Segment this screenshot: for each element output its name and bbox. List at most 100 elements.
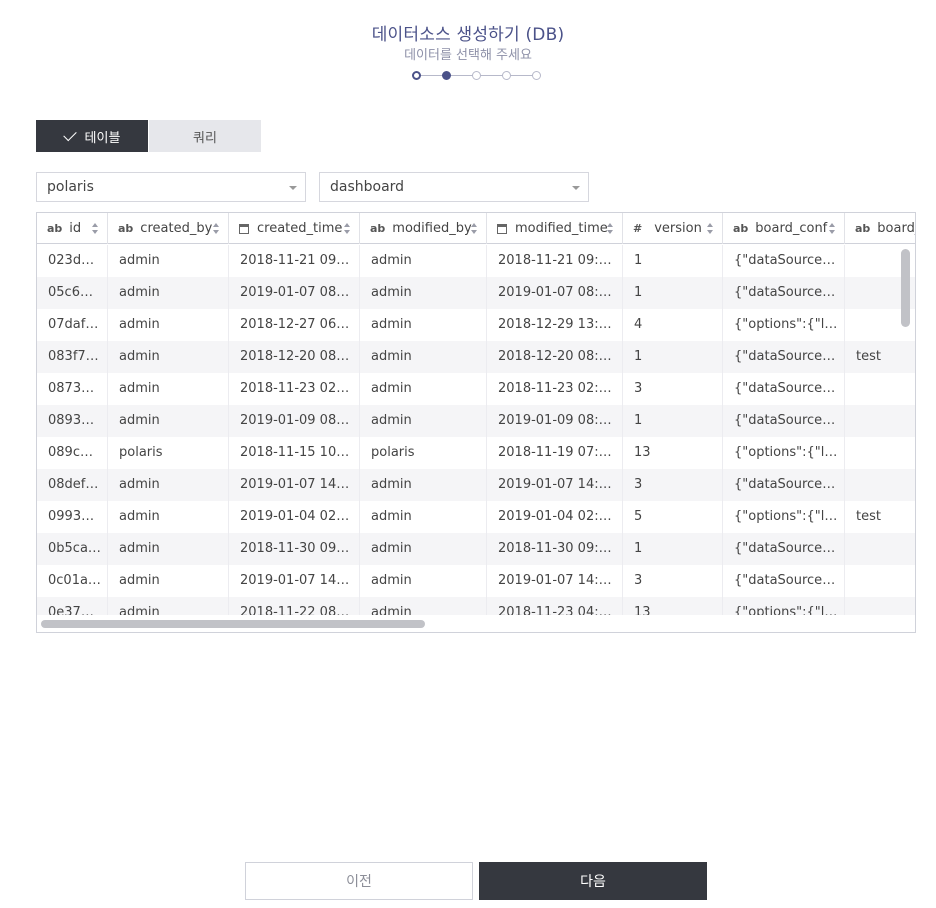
cell-modified-by: admin (360, 309, 487, 341)
step-1-dot (412, 71, 421, 80)
cell-board-d (845, 373, 915, 405)
table-select[interactable]: dashboard (319, 172, 589, 202)
column-header-version[interactable]: # version (623, 213, 723, 244)
cell-modified-by: admin (360, 341, 487, 373)
column-header-board-conf[interactable]: ab board_conf (723, 213, 845, 244)
cell-board-conf: {"dataSource":{… (723, 533, 845, 565)
sort-icon[interactable] (607, 223, 614, 234)
column-header-modified-by[interactable]: ab modified_by (360, 213, 487, 244)
sort-icon[interactable] (707, 223, 714, 234)
chevron-down-icon (289, 186, 297, 190)
cell-version: 13 (623, 597, 723, 615)
cell-created-by: admin (108, 597, 229, 615)
cell-created-time: 2018-11-21 09:5… (229, 245, 360, 277)
column-name: created_time (257, 221, 343, 236)
column-header-created-by[interactable]: ab created_by (108, 213, 229, 244)
cell-modified-by: admin (360, 373, 487, 405)
data-preview-grid[interactable]: ab id ab created_by created_time ab modi… (36, 212, 916, 633)
string-type-icon: ab (855, 222, 871, 235)
cell-version: 3 (623, 469, 723, 501)
cell-board-conf: {"options":{"lay… (723, 309, 845, 341)
table-row[interactable]: 09937… admin 2019-01-04 02:2… admin 2019-01-… (37, 501, 915, 533)
cell-created-by: admin (108, 501, 229, 533)
sort-icon[interactable] (344, 223, 351, 234)
cell-board-conf: {"dataSource":{… (723, 341, 845, 373)
table-row[interactable]: 023da… admin 2018-11-21 09:5… admin 2018-11-… (37, 245, 915, 277)
cell-created-time: 2019-01-07 14:4… (229, 565, 360, 597)
tab-table[interactable]: 테이블 (36, 120, 148, 152)
table-row[interactable]: 0c01a… admin 2019-01-07 14:4… admin 2019-01-… (37, 565, 915, 597)
column-name: board_conf (755, 221, 828, 236)
table-row[interactable]: 0b5ca… admin 2018-11-30 09:3… admin 2018-11-… (37, 533, 915, 565)
table-select-value: dashboard (330, 179, 405, 195)
calendar-icon (497, 223, 507, 234)
column-name: modified_by (392, 221, 472, 236)
cell-id: 08def… (37, 469, 108, 501)
table-row[interactable]: 05c63… admin 2019-01-07 08:2… admin 2019-01-… (37, 277, 915, 309)
cell-version: 1 (623, 277, 723, 309)
cell-modified-time: 2018-11-21 09:56… (487, 245, 623, 277)
cell-id: 0c01a… (37, 565, 108, 597)
cell-modified-time: 2018-11-19 07:22… (487, 437, 623, 469)
step-indicator (410, 70, 544, 82)
column-header-id[interactable]: ab id (37, 213, 108, 244)
cell-id: 07daf… (37, 309, 108, 341)
sort-icon[interactable] (471, 223, 478, 234)
chevron-down-icon (572, 186, 580, 190)
cell-created-time: 2019-01-04 02:2… (229, 501, 360, 533)
cell-modified-by: admin (360, 565, 487, 597)
column-header-board-d[interactable]: ab board_d (845, 213, 915, 244)
string-type-icon: ab (47, 222, 63, 235)
cell-modified-time: 2018-12-29 13:09… (487, 309, 623, 341)
horizontal-scrollbar[interactable] (41, 620, 425, 628)
cell-board-conf: {"dataSource":{… (723, 469, 845, 501)
cell-created-by: admin (108, 309, 229, 341)
tab-query-label: 쿼리 (193, 130, 217, 146)
step-5-dot (532, 71, 541, 80)
cell-created-by: admin (108, 277, 229, 309)
check-icon (62, 127, 77, 141)
database-select[interactable]: polaris (36, 172, 306, 202)
page-subtitle: 데이터를 선택해 주세요 (404, 48, 532, 63)
cell-version: 3 (623, 565, 723, 597)
cell-board-conf: {"options":{"lay… (723, 501, 845, 533)
column-header-created-time[interactable]: created_time (229, 213, 360, 244)
column-header-modified-time[interactable]: modified_time (487, 213, 623, 244)
column-name: created_by (140, 221, 213, 236)
prev-button[interactable]: 이전 (245, 862, 473, 900)
table-row[interactable]: 0e37a… admin 2018-11-22 08:1… admin 2018-11-… (37, 597, 915, 615)
cell-created-by: admin (108, 469, 229, 501)
next-button[interactable]: 다음 (479, 862, 707, 900)
cell-board-conf: {"dataSource":{… (723, 373, 845, 405)
table-row[interactable]: 08def… admin 2019-01-07 14:4… admin 2019-01-… (37, 469, 915, 501)
grid-body: 023da… admin 2018-11-21 09:5… admin 2018-11-… (37, 245, 915, 615)
cell-board-d (845, 565, 915, 597)
sort-icon[interactable] (92, 223, 99, 234)
cell-created-by: admin (108, 405, 229, 437)
cell-modified-time: 2019-01-07 08:21… (487, 277, 623, 309)
cell-created-time: 2019-01-09 08:3… (229, 405, 360, 437)
cell-modified-time: 2019-01-07 14:43… (487, 565, 623, 597)
table-row[interactable]: 083f7… admin 2018-12-20 08:1… admin 2018-12-… (37, 341, 915, 373)
cell-board-conf: {"options":{"lay… (723, 597, 845, 615)
cell-created-by: admin (108, 565, 229, 597)
cell-created-time: 2019-01-07 14:4… (229, 469, 360, 501)
database-select-value: polaris (47, 179, 94, 195)
table-row[interactable]: 07daf… admin 2018-12-27 06:0… admin 2018-12-… (37, 309, 915, 341)
cell-board-conf: {"options":{"lay… (723, 437, 845, 469)
source-type-tabs: 테이블 쿼리 (36, 120, 261, 152)
vertical-scrollbar[interactable] (901, 249, 910, 327)
cell-created-time: 2018-11-23 02:1… (229, 373, 360, 405)
grid-header: ab id ab created_by created_time ab modi… (37, 213, 915, 244)
cell-board-conf: {"dataSource":{… (723, 565, 845, 597)
table-row[interactable]: 08738… admin 2018-11-23 02:1… admin 2018-11-… (37, 373, 915, 405)
table-row[interactable]: 089c3… polaris 2018-11-15 10:1… polaris 2018… (37, 437, 915, 469)
sort-icon[interactable] (829, 223, 836, 234)
table-row[interactable]: 08936… admin 2019-01-09 08:3… admin 2019-01-… (37, 405, 915, 437)
step-4-dot (502, 71, 511, 80)
string-type-icon: ab (118, 222, 134, 235)
cell-version: 13 (623, 437, 723, 469)
cell-created-time: 2018-12-27 06:0… (229, 309, 360, 341)
sort-icon[interactable] (213, 223, 220, 234)
tab-query[interactable]: 쿼리 (149, 120, 261, 152)
